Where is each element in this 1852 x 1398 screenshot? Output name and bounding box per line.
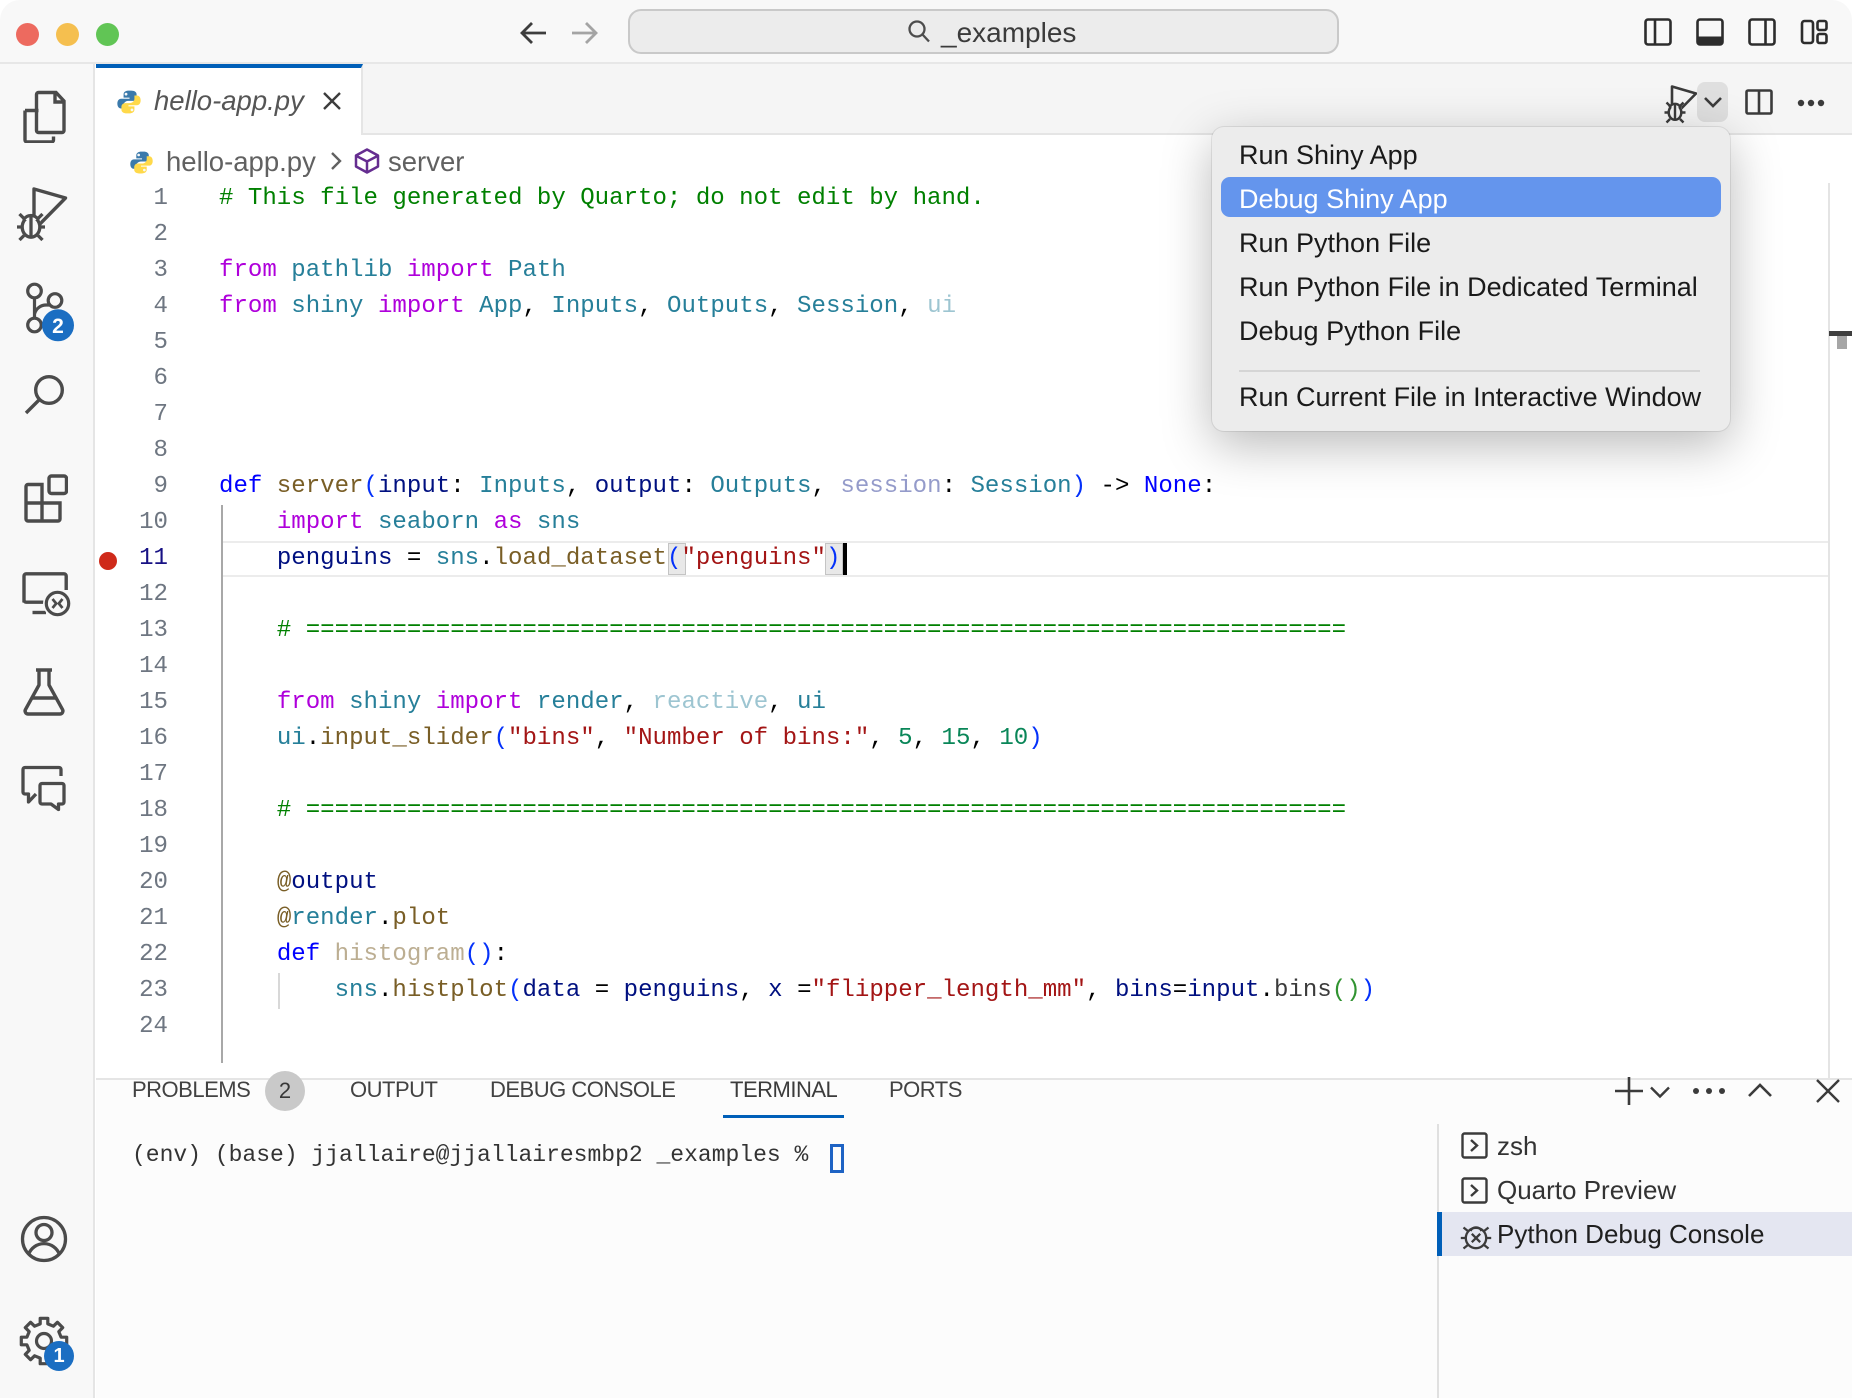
- svg-text:2: 2: [52, 315, 64, 338]
